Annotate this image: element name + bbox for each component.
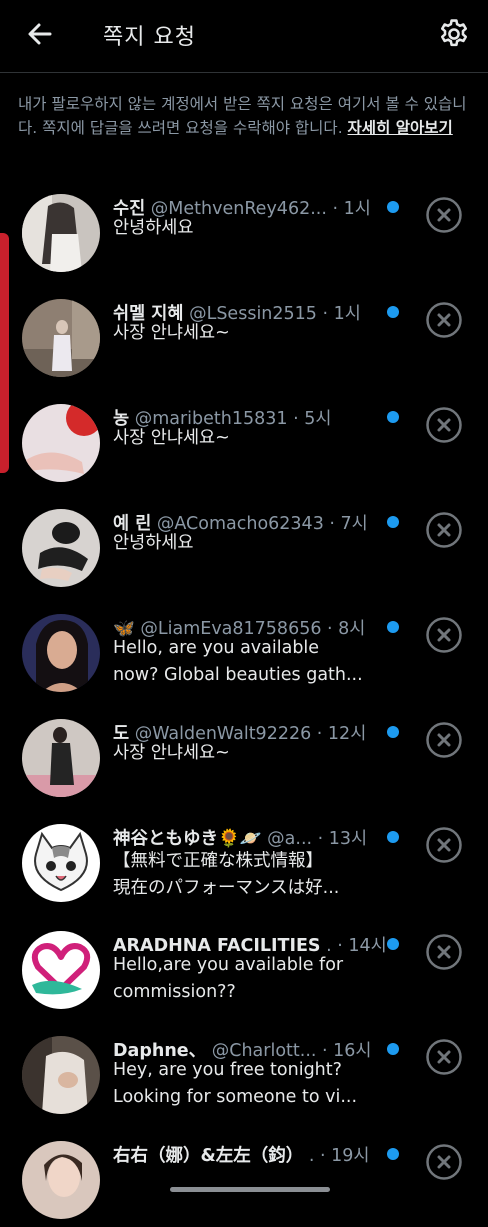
avatar[interactable] [22,194,100,272]
unread-dot [387,201,399,213]
avatar[interactable] [22,719,100,797]
avatar[interactable] [22,1141,100,1219]
request-item[interactable]: ARADHNA FACILITIES . · 14시 Hello,are you… [0,917,488,1017]
user-handle: @a... [267,829,313,849]
top-app-bar: 쪽지 요청 [0,0,488,73]
message-preview-line2: now? Global beauties gath... [113,665,363,685]
message-preview: 안녕하세요 [113,533,194,553]
message-preview: 사장 안냐세요~ [113,323,230,343]
request-item[interactable]: 도 @WaldenWalt92226 · 12시 사장 안냐세요~ [0,705,488,805]
display-name: 神谷ともゆき🌻🪐 [113,829,262,849]
message-preview-line1: Hello, are you available [113,638,320,658]
avatar[interactable] [22,1036,100,1114]
request-header: 右右（娜）&左左（鈞） . · 19시 [113,1142,403,1166]
avatar[interactable] [22,614,100,692]
requests-notice: 내가 팔로우하지 않는 계정에서 받은 쪽지 요청은 여기서 볼 수 있습니다.… [18,92,468,140]
dismiss-x-icon[interactable] [425,721,463,759]
avatar[interactable] [22,404,100,482]
home-indicator[interactable] [170,1187,330,1192]
dismiss-x-icon[interactable] [425,1038,463,1076]
back-arrow-icon[interactable] [24,18,56,50]
dismiss-x-icon[interactable] [425,301,463,339]
message-preview-line2: commission?? [113,982,236,1002]
message-preview-line1: Hello,are you available for [113,955,344,975]
request-item[interactable]: 右右（娜）&左左（鈞） . · 19시 [0,1127,488,1227]
unread-dot [387,831,399,843]
unread-dot [387,411,399,423]
avatar[interactable] [22,299,100,377]
dismiss-x-icon[interactable] [425,1143,463,1181]
request-item[interactable]: 농 @maribeth15831 · 5시 사장 안냐세요~ [0,390,488,490]
avatar[interactable] [22,931,100,1009]
unread-dot [387,1148,399,1160]
request-item[interactable]: 수진 @MethvenRey462... · 1시 안녕하세요 [0,180,488,280]
message-preview-line2: Looking for someone to vi... [113,1087,358,1107]
unread-dot [387,1043,399,1055]
request-item[interactable]: 🦋 @LiamEva81758656 · 8시 Hello, are you a… [0,600,488,700]
message-preview-line1: Hey, are you free tonight? [113,1060,342,1080]
dismiss-x-icon[interactable] [425,406,463,444]
avatar[interactable] [22,824,100,902]
unread-dot [387,621,399,633]
timestamp: · 19시 [314,1146,370,1166]
message-preview: 사장 안냐세요~ [113,428,230,448]
timestamp: · 13시 [312,829,368,849]
unread-dot [387,516,399,528]
avatar[interactable] [22,509,100,587]
dismiss-x-icon[interactable] [425,196,463,234]
dismiss-x-icon[interactable] [425,933,463,971]
learn-more-link[interactable]: 자세히 알아보기 [348,119,453,137]
dismiss-x-icon[interactable] [425,616,463,654]
request-item[interactable]: 쉬멜 지혜 @LSessin2515 · 1시 사장 안냐세요~ [0,285,488,385]
display-name: 右右（娜）&左左（鈞） [113,1146,304,1166]
unread-dot [387,938,399,950]
unread-dot [387,726,399,738]
message-preview-line2: 現在のパフォーマンスは好... [113,878,340,898]
message-preview: 사장 안냐세요~ [113,743,230,763]
request-item[interactable]: Daphne、 @Charlott... · 16시 Hey, are you … [0,1022,488,1122]
gear-icon[interactable] [437,17,471,51]
request-header: 神谷ともゆき🌻🪐 @a... · 13시 [113,825,403,849]
dismiss-x-icon[interactable] [425,826,463,864]
request-item[interactable]: 神谷ともゆき🌻🪐 @a... · 13시 【無料で正確な株式情報】 現在のパフォ… [0,810,488,910]
message-preview-line1: 【無料で正確な株式情報】 [113,851,323,871]
request-item[interactable]: 예 린 @AComacho62343 · 7시 안녕하세요 [0,495,488,595]
page-title: 쪽지 요청 [103,25,196,50]
dismiss-x-icon[interactable] [425,511,463,549]
message-preview: 안녕하세요 [113,218,194,238]
unread-dot [387,306,399,318]
